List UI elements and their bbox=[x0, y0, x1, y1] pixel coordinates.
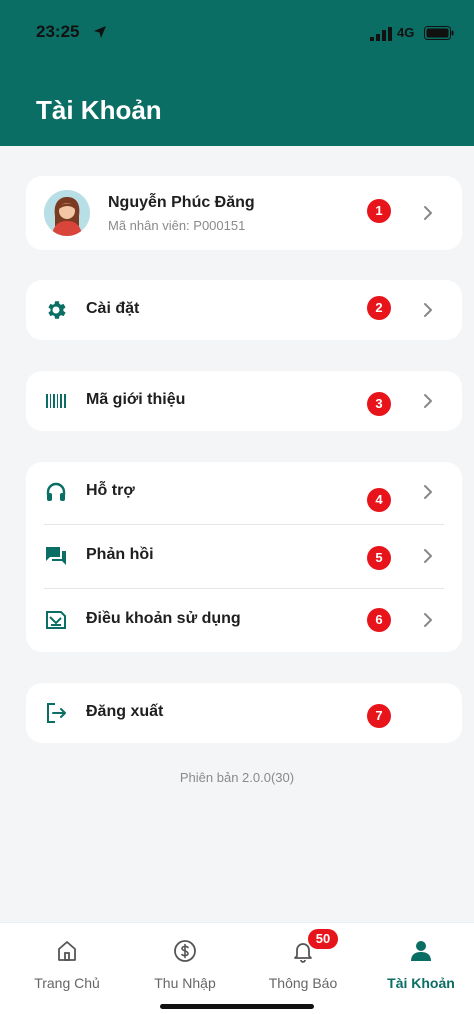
divider bbox=[44, 588, 444, 589]
tab-account[interactable]: Tài Khoản bbox=[362, 923, 474, 1014]
step-badge-3: 3 bbox=[367, 392, 391, 416]
support-label: Hỗ trợ bbox=[86, 482, 135, 499]
tab-income-label: Thu Nhập bbox=[154, 975, 216, 991]
tab-home-label: Trang Chủ bbox=[34, 975, 100, 991]
chevron-right-icon bbox=[424, 613, 432, 627]
tab-notifications[interactable]: 50 Thông Báo bbox=[244, 923, 362, 1014]
tab-notifications-label: Thông Báo bbox=[268, 975, 338, 991]
step-badge-7: 7 bbox=[367, 704, 391, 728]
chevron-right-icon bbox=[424, 485, 432, 499]
referral-card: Mã giới thiệu 3 bbox=[26, 371, 462, 431]
avatar-illustration-icon bbox=[44, 190, 90, 236]
chevron-right-icon bbox=[424, 206, 432, 220]
profile-card[interactable]: Nguyễn Phúc Đăng Mã nhân viên: P000151 1 bbox=[26, 176, 462, 250]
profile-name: Nguyễn Phúc Đăng bbox=[108, 194, 255, 211]
app-version: Phiên bản 2.0.0(30) bbox=[179, 770, 295, 785]
bottom-tab-bar: Trang Chủ Thu Nhập 50 Thông Báo Tài Khoả… bbox=[0, 922, 474, 1014]
terms-item[interactable]: Điều khoản sử dụng 6 bbox=[26, 590, 462, 650]
network-label: 4G bbox=[397, 25, 415, 40]
status-time: 23:25 bbox=[36, 22, 80, 41]
location-arrow-icon bbox=[94, 26, 106, 38]
help-card: Hỗ trợ 4 Phản hồi 5 Điều khoản sử dụng 6 bbox=[26, 462, 462, 652]
barcode-icon bbox=[46, 394, 66, 408]
divider bbox=[44, 524, 444, 525]
gear-icon bbox=[48, 301, 66, 319]
settings-item[interactable]: Cài đặt 2 bbox=[26, 280, 462, 340]
headphones-icon bbox=[46, 482, 66, 501]
referral-item[interactable]: Mã giới thiệu 3 bbox=[26, 371, 462, 431]
settings-card: Cài đặt 2 bbox=[26, 280, 462, 340]
signal-icon bbox=[370, 27, 392, 41]
step-badge-2: 2 bbox=[367, 296, 391, 320]
employee-id: Mã nhân viên: P000151 bbox=[108, 218, 246, 233]
settings-label: Cài đặt bbox=[86, 300, 140, 317]
logout-label: Đăng xuất bbox=[86, 703, 164, 720]
logout-button[interactable]: Đăng xuất 7 bbox=[26, 683, 462, 743]
avatar bbox=[44, 190, 90, 236]
logout-card: Đăng xuất 7 bbox=[26, 683, 462, 743]
app-header: 23:25 4G Tài Khoản bbox=[0, 0, 474, 146]
logout-icon bbox=[47, 703, 66, 723]
step-badge-6: 6 bbox=[367, 608, 391, 632]
chevron-right-icon bbox=[424, 549, 432, 563]
notification-count-badge: 50 bbox=[308, 929, 338, 949]
step-badge-5: 5 bbox=[367, 546, 391, 570]
step-badge-1: 1 bbox=[367, 199, 391, 223]
chevron-right-icon bbox=[424, 394, 432, 408]
battery-icon bbox=[424, 26, 454, 40]
dollar-icon bbox=[174, 940, 196, 962]
tab-home[interactable]: Trang Chủ bbox=[8, 923, 126, 1014]
tab-income[interactable]: Thu Nhập bbox=[126, 923, 244, 1014]
feedback-item[interactable]: Phản hồi 5 bbox=[26, 526, 462, 586]
feedback-label: Phản hồi bbox=[86, 546, 154, 563]
home-indicator bbox=[160, 1004, 314, 1009]
chat-icon bbox=[46, 547, 66, 565]
home-icon bbox=[58, 941, 76, 961]
step-badge-4: 4 bbox=[367, 488, 391, 512]
tab-account-label: Tài Khoản bbox=[387, 975, 455, 991]
document-icon bbox=[46, 611, 66, 629]
chevron-right-icon bbox=[424, 303, 432, 317]
support-item[interactable]: Hỗ trợ 4 bbox=[26, 462, 462, 522]
page-title: Tài Khoản bbox=[36, 95, 162, 125]
referral-label: Mã giới thiệu bbox=[86, 391, 186, 408]
user-icon bbox=[411, 941, 431, 961]
status-bar: 23:25 4G bbox=[0, 0, 474, 64]
terms-label: Điều khoản sử dụng bbox=[86, 610, 241, 627]
